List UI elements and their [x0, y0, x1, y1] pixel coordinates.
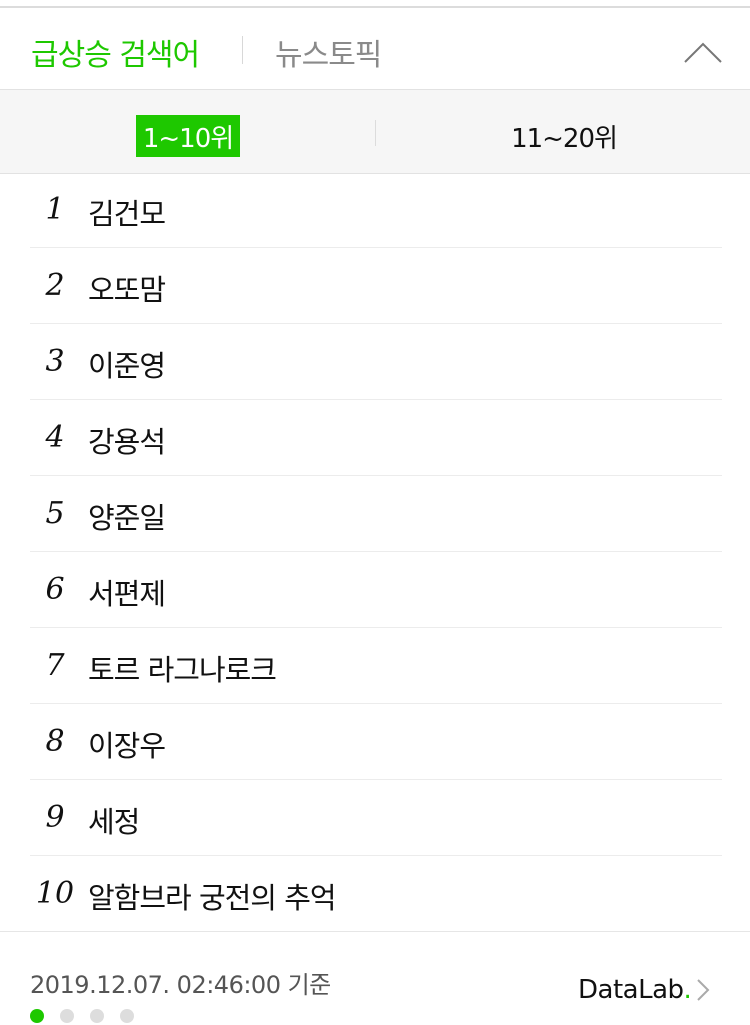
keyword-text[interactable]: 세정	[88, 799, 140, 841]
keyword-row[interactable]: 6 서편제	[30, 552, 722, 628]
collapse-button[interactable]	[680, 34, 726, 68]
keyword-row[interactable]: 8 이장우	[30, 704, 722, 780]
page-dot[interactable]	[90, 1009, 104, 1023]
chevron-up-icon	[684, 42, 722, 63]
datalab-text: DataLab	[578, 975, 684, 1005]
keyword-row[interactable]: 10 알함브라 궁전의 추억	[30, 856, 722, 931]
range-divider	[375, 120, 376, 146]
rank-number: 5	[45, 496, 65, 531]
keyword-text[interactable]: 이장우	[88, 723, 166, 765]
page-dot[interactable]	[60, 1009, 74, 1023]
keyword-text[interactable]: 양준일	[88, 495, 166, 537]
page-dot-active[interactable]	[30, 1009, 44, 1023]
keyword-text[interactable]: 오또맘	[88, 267, 166, 309]
keyword-text[interactable]: 강용석	[88, 419, 166, 461]
keyword-text[interactable]: 알함브라 궁전의 추억	[88, 875, 337, 917]
footer-divider	[0, 931, 750, 932]
keyword-row[interactable]: 3 이준영	[30, 324, 722, 400]
keyword-text[interactable]: 김건모	[88, 191, 166, 233]
keyword-text[interactable]: 이준영	[88, 343, 166, 385]
keyword-row[interactable]: 2 오또맘	[30, 248, 722, 324]
tab-trending-search[interactable]: 급상승 검색어	[31, 30, 200, 74]
tab-rank-1-10[interactable]: 1~10위	[136, 115, 240, 157]
rank-number: 7	[45, 648, 65, 683]
keyword-row[interactable]: 7 토르 라그나로크	[30, 628, 722, 704]
rank-number: 4	[45, 420, 65, 455]
tab-divider	[242, 36, 243, 64]
update-timestamp: 2019.12.07. 02:46:00 기준	[30, 971, 331, 999]
datalab-dot: .	[683, 975, 692, 1005]
keyword-row[interactable]: 1 김건모	[30, 172, 722, 248]
rank-range-tabs: 1~10위 11~20위	[0, 89, 750, 174]
rank-number: 6	[45, 572, 65, 607]
keyword-row[interactable]: 9 세정	[30, 780, 722, 856]
tab-rank-11-20[interactable]: 11~20위	[475, 115, 653, 157]
keyword-text[interactable]: 토르 라그나로크	[88, 647, 277, 689]
rank-number: 10	[35, 876, 75, 911]
rank-number: 3	[45, 344, 65, 379]
rank-number: 8	[45, 724, 65, 759]
page-dot[interactable]	[120, 1009, 134, 1023]
rank-number: 1	[45, 192, 65, 227]
keyword-row[interactable]: 5 양준일	[30, 476, 722, 552]
chevron-right-icon	[697, 979, 710, 1001]
keyword-text[interactable]: 서편제	[88, 571, 166, 613]
rank-number: 9	[45, 800, 65, 835]
keyword-list: 1 김건모 2 오또맘 3 이준영 4 강용석 5 양준일 6 서편제 7 토르…	[30, 172, 722, 931]
page-indicator	[30, 1009, 134, 1023]
tab-news-topic[interactable]: 뉴스토픽	[275, 30, 382, 74]
datalab-link[interactable]: DataLab.	[578, 975, 711, 1005]
rank-number: 2	[45, 268, 65, 303]
keyword-row[interactable]: 4 강용석	[30, 400, 722, 476]
header-tabs: 급상승 검색어 뉴스토픽	[0, 8, 750, 90]
